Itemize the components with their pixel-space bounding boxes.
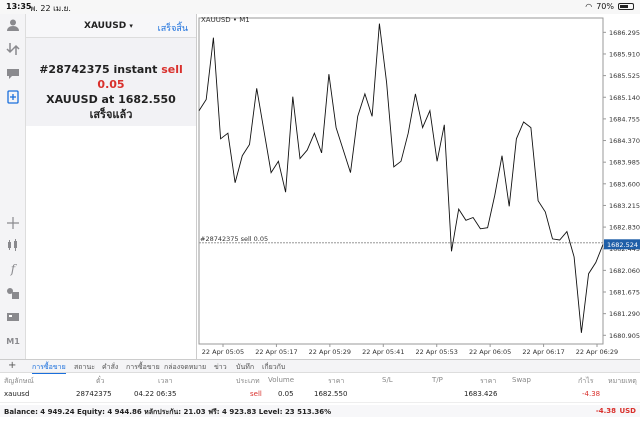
x-tick-label: 22 Apr 06:29 xyxy=(576,348,618,356)
y-tick-label: 1683.215 xyxy=(609,202,640,210)
price-chart[interactable]: 1686.295 1685.910 1685.525 1685.140 1684.755… xyxy=(196,14,640,359)
y-tick-label: 1684.755 xyxy=(609,115,640,123)
wifi-icon: ◠ xyxy=(585,2,593,11)
chevron-down-icon: ▾ xyxy=(129,22,133,30)
chart-title: XAUUSD • M1 xyxy=(201,16,250,24)
tab-positions[interactable]: สถานะ xyxy=(74,362,95,373)
y-tick-label: 1682.060 xyxy=(609,267,640,275)
row-type: sell xyxy=(250,390,262,398)
x-tick-label: 22 Apr 05:17 xyxy=(255,348,297,356)
col-price: ราคา xyxy=(328,377,345,385)
y-tick-label: 1686.295 xyxy=(609,29,640,37)
tab-about[interactable]: เกี่ยวกับ xyxy=(262,362,285,373)
order-result-line1: #28742375 instant sell 0.05 xyxy=(26,62,196,92)
battery-percent: 70% xyxy=(596,2,614,11)
panel-blank-area xyxy=(26,126,196,359)
status-time: 13:35 xyxy=(6,2,32,11)
col-volume: Volume xyxy=(268,376,295,384)
new-order-icon[interactable] xyxy=(4,88,22,106)
status-right: ◠ 70% xyxy=(585,2,634,11)
col-tp: T/P xyxy=(432,376,443,384)
x-tick-label: 22 Apr 05:29 xyxy=(309,348,351,356)
col-comment: หมายเหตุ xyxy=(608,377,637,385)
indicators-icon[interactable]: f xyxy=(4,260,22,278)
battery-fill xyxy=(620,5,629,8)
row-price: 1682.550 xyxy=(314,390,348,398)
timeframe-m1-icon[interactable]: M1 xyxy=(4,332,22,350)
symbol-label: XAUUSD xyxy=(84,21,127,31)
plot-frame xyxy=(198,17,604,345)
row-price2: 1683.426 xyxy=(464,390,498,398)
x-tick-label: 22 Apr 05:05 xyxy=(202,348,244,356)
order-result-line2: XAUUSD at 1682.550 xyxy=(46,93,176,106)
left-toolbar: f M1 xyxy=(0,14,26,359)
chart-svg: 1686.295 1685.910 1685.525 1685.140 1684.755… xyxy=(198,17,640,356)
col-type: ประเภท xyxy=(236,377,260,385)
price-line xyxy=(198,23,604,333)
objects-icon[interactable] xyxy=(4,284,22,302)
tab-mailbox[interactable]: กล่องจดหมาย xyxy=(164,362,206,373)
y-tick-label: 1685.525 xyxy=(609,72,640,80)
y-tick-label: 1684.370 xyxy=(609,137,640,145)
order-panel-header: XAUUSD ▾ เสร็จสิ้น xyxy=(26,14,196,38)
candles-icon[interactable] xyxy=(4,236,22,254)
crosshair-icon[interactable] xyxy=(4,214,22,232)
add-icon[interactable]: + xyxy=(8,360,16,371)
col-price2: ราคา xyxy=(480,377,497,385)
y-tick-label: 1681.290 xyxy=(609,310,640,318)
order-line-label: #28742375 sell 0.05 xyxy=(200,235,268,243)
row-volume: 0.05 xyxy=(278,390,294,398)
row-symbol: xauusd xyxy=(4,390,30,398)
table-header: สัญลักษณ์ ตั๋ว เวลา ประเภท Volume ราคา S… xyxy=(0,373,640,387)
y-tick-label: 1681.675 xyxy=(609,289,640,297)
order-result-message: #28742375 instant sell 0.05 XAUUSD at 16… xyxy=(26,62,196,122)
symbol-selector[interactable]: XAUUSD ▾ xyxy=(84,21,133,31)
balance-profit: -4.38 xyxy=(595,407,616,415)
order-panel: XAUUSD ▾ เสร็จสิ้น #28742375 instant sel… xyxy=(26,14,196,126)
terminal-tabs: + การซื้อขาย สถานะ คำสั่ง การซื้อขาย กล่… xyxy=(0,359,640,374)
current-price-label: 1682.524 xyxy=(607,241,638,249)
col-profit: กำไร xyxy=(578,377,594,385)
account-icon[interactable] xyxy=(4,16,22,34)
balance-bar: Balance: 4 949.24 Equity: 4 944.86 หลักป… xyxy=(0,405,640,417)
battery-icon xyxy=(618,3,634,10)
trade-arrows-icon[interactable] xyxy=(4,40,22,58)
tab-orders[interactable]: คำสั่ง xyxy=(102,362,118,373)
x-tick-label: 22 Apr 06:05 xyxy=(469,348,511,356)
tab-news[interactable]: ข่าว xyxy=(214,362,227,373)
y-tick-label: 1685.910 xyxy=(609,50,640,58)
col-swap: Swap xyxy=(512,376,531,384)
y-tick-label: 1683.985 xyxy=(609,159,640,167)
footer-blank xyxy=(0,417,640,447)
col-symbol: สัญลักษณ์ xyxy=(4,377,34,385)
row-profit: -4.38 xyxy=(582,390,601,398)
col-time: เวลา xyxy=(158,377,173,385)
order-result-line3: เสร็จแล้ว xyxy=(89,108,133,121)
x-tick-label: 22 Apr 05:53 xyxy=(416,348,458,356)
status-bar: 13:35 พ. 22 เม.ย. ◠ 70% xyxy=(0,0,640,14)
col-ticket: ตั๋ว xyxy=(96,377,105,385)
done-button[interactable]: เสร็จสิ้น xyxy=(158,21,188,35)
x-tick-label: 22 Apr 05:41 xyxy=(362,348,404,356)
y-tick-label: 1680.905 xyxy=(609,332,640,340)
table-row[interactable]: xauusd 28742375 04.22 06:35 sell 0.05 16… xyxy=(0,387,640,403)
row-time: 04.22 06:35 xyxy=(134,390,177,398)
col-sl: S/L xyxy=(382,376,393,384)
y-tick-label: 1682.830 xyxy=(609,224,640,232)
y-tick-label: 1685.140 xyxy=(609,94,640,102)
y-tick-label: 1683.600 xyxy=(609,180,640,188)
row-ticket: 28742375 xyxy=(76,390,112,398)
tab-journal[interactable]: บันทึก xyxy=(236,362,254,373)
balance-currency: USD xyxy=(619,407,636,415)
templates-icon[interactable] xyxy=(4,308,22,326)
x-tick-label: 22 Apr 06:17 xyxy=(522,348,564,356)
order-ticket-text: #28742375 instant xyxy=(39,63,162,76)
tab-history[interactable]: การซื้อขาย xyxy=(126,362,160,373)
chat-icon[interactable] xyxy=(4,64,22,82)
